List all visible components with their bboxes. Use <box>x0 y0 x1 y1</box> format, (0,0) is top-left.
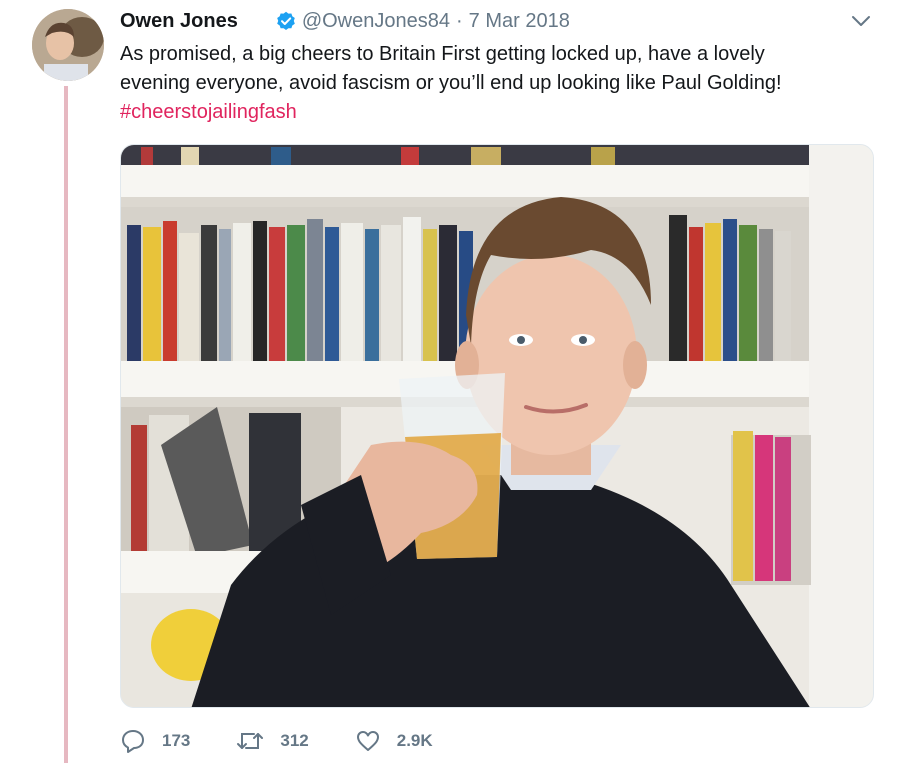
thread-line <box>64 86 68 763</box>
retweet-icon <box>237 733 264 749</box>
tweet-text-line: evening everyone, avoid fascism or you’l… <box>120 72 782 94</box>
author-handle[interactable]: @OwenJones84 <box>302 10 450 33</box>
photo-illustration <box>121 145 873 707</box>
verified-badge-icon <box>276 11 296 31</box>
like-count: 2.9K <box>396 731 433 750</box>
like-button[interactable]: 2.9K <box>355 728 433 754</box>
heart-icon <box>356 731 379 751</box>
reply-count: 173 <box>162 731 191 750</box>
avatar[interactable] <box>32 9 104 81</box>
hashtag-link[interactable]: #cheerstojailingfash <box>120 98 860 127</box>
author-name[interactable]: Owen Jones <box>120 10 238 33</box>
retweet-count: 312 <box>280 731 309 750</box>
reply-icon <box>122 730 144 753</box>
tweet-text: As promised, a big cheers to Britain Fir… <box>120 40 860 127</box>
tweet-text-line: As promised, a big cheers to Britain Fir… <box>120 43 765 65</box>
tweet-photo[interactable] <box>120 144 874 708</box>
tweet-actions: 173 312 2.9K <box>120 728 479 754</box>
separator: · <box>455 9 463 32</box>
reply-button[interactable]: 173 <box>120 728 190 754</box>
tweet-date[interactable]: 7 Mar 2018 <box>469 10 570 33</box>
chevron-down-icon[interactable] <box>850 10 872 32</box>
tweet-header: Owen Jones @OwenJones84 · 7 Mar 2018 <box>120 8 570 34</box>
retweet-button[interactable]: 312 <box>236 728 309 754</box>
